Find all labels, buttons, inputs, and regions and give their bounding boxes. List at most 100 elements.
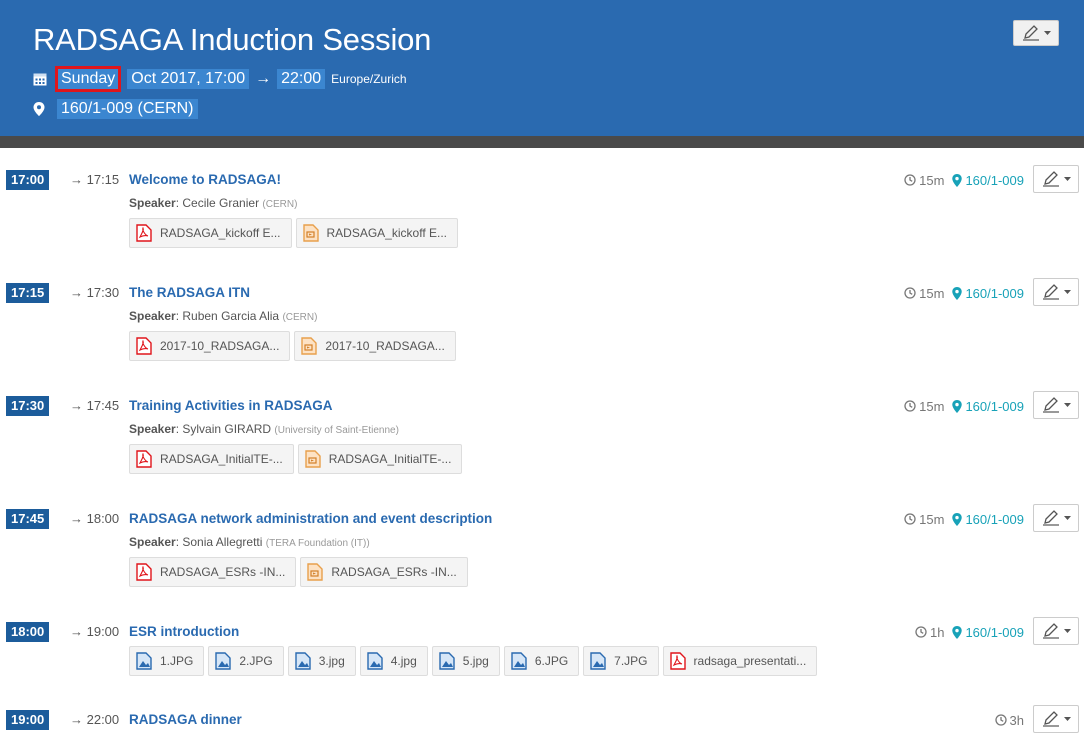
entry-duration: 3h xyxy=(994,713,1024,728)
attachment-name: 3.jpg xyxy=(318,654,345,668)
entry-title-link[interactable]: Welcome to RADSAGA! xyxy=(129,170,281,190)
entry-end-time: → 19:00 xyxy=(70,624,120,639)
entry-edit-button[interactable] xyxy=(1033,278,1079,306)
entry-attachments: RADSAGA_InitialTE-... RADSAGA_InitialTE-.… xyxy=(129,444,463,474)
caret-down-icon xyxy=(1063,289,1071,294)
attachment-pdf[interactable]: radsaga_presentati... xyxy=(662,646,818,676)
entry-room-link[interactable]: 160/1-009 xyxy=(952,286,1024,301)
attachment-image[interactable]: 5.jpg xyxy=(431,646,500,676)
event-title: RADSAGA Induction Session xyxy=(33,22,432,57)
entry-title-link[interactable]: RADSAGA dinner xyxy=(129,710,242,730)
entry-title-link[interactable]: ESR introduction xyxy=(129,622,239,642)
speaker-name: : Sonia Allegretti xyxy=(175,535,263,549)
entry-title-link[interactable]: The RADSAGA ITN xyxy=(129,283,250,303)
image-file-icon xyxy=(367,652,383,670)
caret-down-icon xyxy=(1063,402,1071,407)
date-arrow: → xyxy=(255,70,272,87)
duration-text: 1h xyxy=(929,624,945,640)
entry-edit-button[interactable] xyxy=(1033,504,1079,532)
speaker-name: : Cecile Granier xyxy=(175,196,260,210)
attachment-pdf[interactable]: RADSAGA_InitialTE-... xyxy=(129,444,294,474)
attachment-pdf[interactable]: 2017-10_RADSAGA... xyxy=(129,331,291,361)
attachment-image[interactable]: 2.JPG xyxy=(208,646,284,676)
attachment-name: RADSAGA_ESRs -IN... xyxy=(331,565,457,579)
speaker-affiliation: (University of Saint-Etienne) xyxy=(274,425,399,436)
attachment-image[interactable]: 6.JPG xyxy=(503,646,580,676)
entry-start-time: 19:00 xyxy=(6,710,50,730)
room-text: 160/1-009 xyxy=(965,172,1024,188)
pencil-icon xyxy=(1042,510,1059,526)
attachment-name: RADSAGA_kickoff E... xyxy=(160,226,281,240)
image-file-icon xyxy=(215,652,232,670)
image-file-icon xyxy=(590,652,606,670)
pencil-icon xyxy=(1022,25,1039,41)
duration-text: 15m xyxy=(919,285,945,301)
entry-duration: 1h xyxy=(915,625,944,640)
entry-edit-button[interactable] xyxy=(1033,705,1079,733)
event-edit-button[interactable] xyxy=(1013,20,1059,46)
entry-end-time: → 17:15 xyxy=(70,172,120,187)
attachment-image[interactable]: 3.jpg xyxy=(287,646,356,676)
entry-title-link[interactable]: RADSAGA network administration and event… xyxy=(129,509,492,529)
attachment-image[interactable]: 4.jpg xyxy=(359,646,428,676)
entry-title-link[interactable]: Training Activities in RADSAGA xyxy=(129,396,333,416)
image-file-icon xyxy=(136,652,152,670)
attachment-name: 4.jpg xyxy=(390,654,417,668)
pencil-icon xyxy=(1042,284,1059,300)
room-text: 160/1-009 xyxy=(965,285,1024,301)
caret-down-icon xyxy=(1043,30,1051,35)
map-marker-icon xyxy=(952,512,963,526)
attachment-pptx[interactable]: RADSAGA_kickoff E... xyxy=(295,218,458,248)
speaker-name: : Sylvain GIRARD xyxy=(175,422,272,436)
entry-room-link[interactable]: 160/1-009 xyxy=(952,173,1024,188)
attachment-image[interactable]: 7.JPG xyxy=(583,646,659,676)
attachment-name: 2.JPG xyxy=(239,654,273,668)
duration-text: 15m xyxy=(919,511,945,527)
event-location[interactable]: 160/1-009 (CERN) xyxy=(57,99,198,119)
room-text: 160/1-009 xyxy=(965,398,1024,414)
entry-room-link[interactable]: 160/1-009 xyxy=(952,399,1024,414)
map-marker-icon xyxy=(33,102,45,116)
attachment-name: RADSAGA_ESRs -IN... xyxy=(160,565,286,579)
calendar-icon xyxy=(33,73,47,86)
entry-speaker: Speaker: Ruben Garcia Alia (CERN) xyxy=(129,309,317,323)
entry-start-time: 18:00 xyxy=(6,622,50,642)
entry-duration: 15m xyxy=(904,173,944,188)
event-timezone: Europe/Zurich xyxy=(331,72,407,86)
attachment-name: 7.JPG xyxy=(614,654,648,668)
clock-icon xyxy=(904,287,916,299)
attachment-pdf[interactable]: RADSAGA_ESRs -IN... xyxy=(129,557,297,587)
entry-start-time: 17:15 xyxy=(6,283,50,303)
entry-edit-button[interactable] xyxy=(1033,391,1079,419)
attachment-image[interactable]: 1.JPG xyxy=(129,646,205,676)
attachment-name: 1.JPG xyxy=(160,654,194,668)
attachment-name: RADSAGA_kickoff E... xyxy=(326,226,448,240)
entry-start-time: 17:00 xyxy=(6,170,50,190)
pdf-file-icon xyxy=(136,450,152,468)
speaker-label: Speaker xyxy=(129,422,176,436)
room-text: 160/1-009 xyxy=(965,511,1024,527)
entry-room-link[interactable]: 160/1-009 xyxy=(952,512,1024,527)
attachment-pptx[interactable]: RADSAGA_ESRs -IN... xyxy=(300,557,468,587)
attachment-name: RADSAGA_InitialTE-... xyxy=(328,452,452,466)
clock-icon xyxy=(915,626,927,638)
speaker-label: Speaker xyxy=(129,535,176,549)
duration-text: 15m xyxy=(919,398,945,414)
attachment-name: radsaga_presentati... xyxy=(693,654,807,668)
pdf-file-icon xyxy=(136,563,152,581)
attachment-pdf[interactable]: RADSAGA_kickoff E... xyxy=(129,218,292,248)
event-start-date: Oct 2017, 17:00 xyxy=(127,69,250,89)
caret-down-icon xyxy=(1063,628,1071,633)
attachment-name: 5.jpg xyxy=(462,654,489,668)
speaker-name: : Ruben Garcia Alia xyxy=(175,309,280,323)
presentation-file-icon xyxy=(307,563,324,581)
speaker-affiliation: (CERN) xyxy=(282,312,318,323)
map-marker-icon xyxy=(952,173,963,187)
entry-room-link[interactable]: 160/1-009 xyxy=(952,625,1024,640)
attachment-pptx[interactable]: 2017-10_RADSAGA... xyxy=(294,331,456,361)
attachment-pptx[interactable]: RADSAGA_InitialTE-... xyxy=(297,444,463,474)
caret-down-icon xyxy=(1063,716,1071,721)
entry-edit-button[interactable] xyxy=(1033,617,1079,645)
entry-edit-button[interactable] xyxy=(1033,165,1079,193)
map-marker-icon xyxy=(952,625,963,639)
